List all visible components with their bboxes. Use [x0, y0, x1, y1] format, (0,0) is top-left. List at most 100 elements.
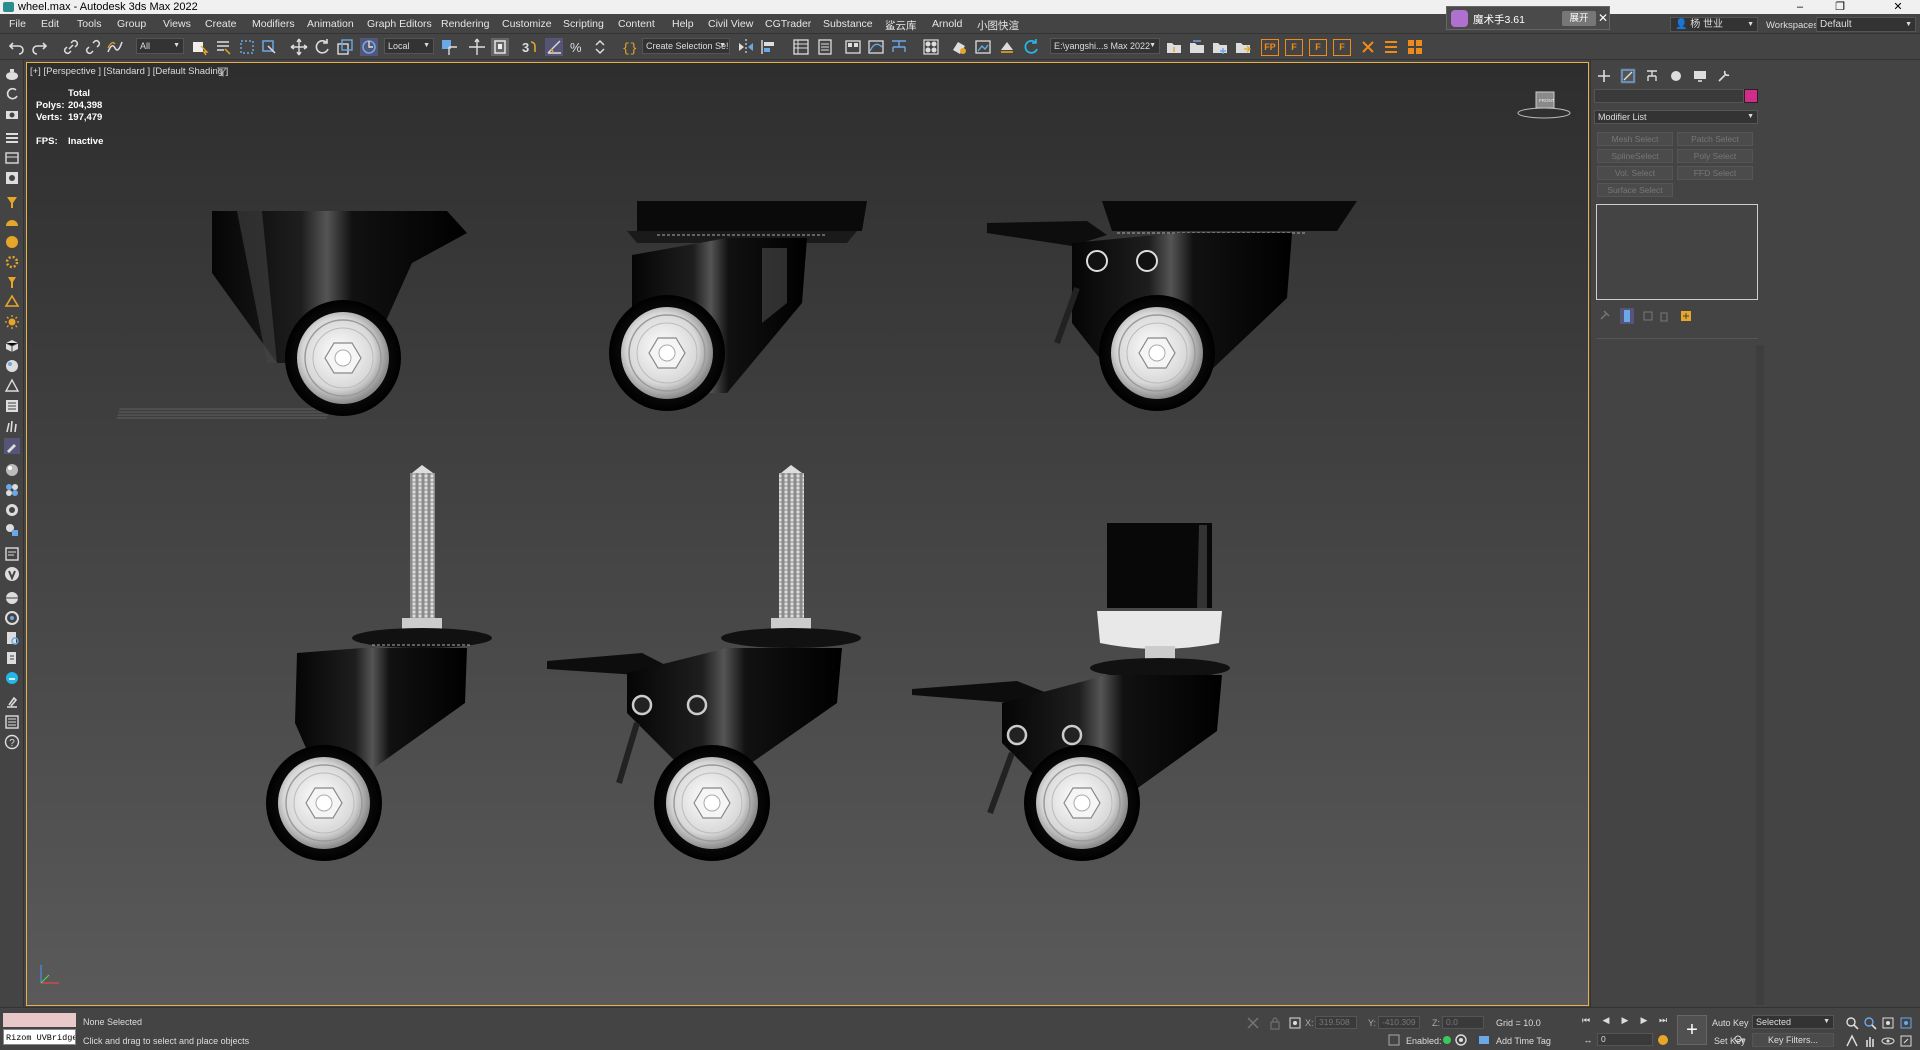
surface-select-button[interactable]: Surface Select — [1597, 183, 1673, 197]
texture-icon[interactable] — [4, 522, 20, 538]
undo-icon[interactable] — [8, 38, 26, 56]
menu-cgtrader[interactable]: CGTrader — [765, 18, 811, 30]
mesh-select-button[interactable]: Mesh Select — [1597, 132, 1673, 146]
auto-key-button[interactable]: Auto Key — [1712, 1018, 1749, 1028]
vray-icon[interactable] — [4, 566, 20, 582]
dome-light-icon[interactable] — [4, 214, 20, 230]
key-filters-button[interactable]: Key Filters... — [1752, 1033, 1834, 1047]
curve-editor-icon[interactable] — [867, 38, 885, 56]
menu-graph-editors[interactable]: Graph Editors — [367, 18, 432, 30]
current-frame-field[interactable]: 0 — [1597, 1033, 1653, 1046]
menu-shark-library[interactable]: 鲨云库 — [885, 18, 917, 33]
select-object-icon[interactable] — [191, 38, 209, 56]
render-setup-icon[interactable] — [950, 38, 968, 56]
save-project-icon[interactable] — [1211, 38, 1229, 56]
menu-tools[interactable]: Tools — [77, 18, 102, 30]
grass-icon[interactable] — [4, 418, 20, 434]
activeshade-icon[interactable] — [1022, 38, 1040, 56]
display-tab-icon[interactable] — [1692, 68, 1708, 84]
menu-animation[interactable]: Animation — [307, 18, 354, 30]
script-icon[interactable] — [4, 546, 20, 562]
film-icon[interactable] — [4, 150, 20, 166]
field-of-view-icon[interactable] — [1845, 1034, 1859, 1048]
utilities-tab-icon[interactable] — [1716, 68, 1732, 84]
menu-civil-view[interactable]: Civil View — [708, 18, 753, 30]
make-unique-icon[interactable] — [1642, 310, 1654, 322]
next-frame-icon[interactable]: ▶ — [1638, 1014, 1650, 1026]
project-folder-dropdown[interactable]: E:\yangshi...s Max 2022 ▼ — [1050, 38, 1160, 54]
modifier-stack[interactable] — [1596, 204, 1758, 300]
export-project-icon[interactable] — [1234, 38, 1252, 56]
unlink-icon[interactable] — [84, 38, 102, 56]
configure-modifier-sets-icon[interactable] — [1680, 310, 1692, 322]
render-scene-icon[interactable] — [4, 170, 20, 186]
sun-icon[interactable] — [4, 314, 20, 330]
material-sphere-icon[interactable] — [4, 462, 20, 478]
grid-tiles-icon[interactable] — [1406, 38, 1424, 56]
spinner-snap-icon[interactable] — [591, 38, 609, 56]
go-to-end-icon[interactable]: ⏭ — [1657, 1014, 1669, 1026]
command-panel-scrollbar[interactable] — [1756, 345, 1764, 1005]
close-button[interactable]: ✕ — [1878, 0, 1918, 14]
previous-frame-icon[interactable]: ◀ — [1600, 1014, 1612, 1026]
pivot-center-icon[interactable] — [440, 38, 458, 56]
key-icon[interactable] — [1734, 1033, 1746, 1045]
menu-create[interactable]: Create — [205, 18, 237, 30]
menu-arnold[interactable]: Arnold — [932, 18, 962, 30]
set-key-mode-button[interactable]: + — [1677, 1015, 1707, 1045]
layer-explorer-icon[interactable] — [816, 38, 834, 56]
menu-views[interactable]: Views — [163, 18, 191, 30]
pan-view-icon[interactable] — [1863, 1034, 1877, 1048]
teapot-icon[interactable] — [4, 66, 20, 82]
globe-icon[interactable] — [4, 590, 20, 606]
orbit-icon[interactable] — [1881, 1034, 1895, 1048]
mirror-icon[interactable] — [737, 38, 755, 56]
menu-content[interactable]: Content — [618, 18, 655, 30]
minimize-button[interactable]: – — [1780, 0, 1820, 14]
layers-icon[interactable] — [4, 130, 20, 146]
time-tag-icon[interactable] — [1478, 1034, 1490, 1046]
maximize-viewport-icon[interactable] — [1899, 1034, 1913, 1048]
create-tab-icon[interactable] — [1596, 68, 1612, 84]
fp-button-2[interactable]: F — [1285, 39, 1303, 56]
fp-button-4[interactable]: F — [1333, 39, 1351, 56]
angle-snap-icon[interactable] — [545, 38, 563, 56]
menu-modifiers[interactable]: Modifiers — [252, 18, 295, 30]
rectangular-selection-icon[interactable] — [238, 38, 256, 56]
rotate-icon[interactable] — [313, 38, 331, 56]
bake-icon[interactable] — [4, 502, 20, 518]
absolute-mode-icon[interactable] — [1288, 1016, 1302, 1030]
menu-quick-render[interactable]: 小图快渲 — [977, 18, 1019, 33]
material-editor-icon[interactable] — [922, 38, 940, 56]
isolate-selection-icon[interactable] — [1246, 1016, 1260, 1030]
menu-scripting[interactable]: Scripting — [563, 18, 604, 30]
link-icon[interactable] — [62, 38, 80, 56]
add-time-tag-label[interactable]: Add Time Tag — [1496, 1036, 1551, 1046]
scale-icon[interactable] — [336, 38, 354, 56]
fill-tool-icon[interactable] — [4, 694, 20, 710]
selection-lock-icon[interactable] — [1268, 1016, 1282, 1030]
perspective-viewport[interactable]: [+] [Perspective ] [Standard ] [Default … — [26, 62, 1589, 1006]
menu-file[interactable]: File — [9, 18, 26, 30]
rendered-frame-window-icon[interactable] — [974, 38, 992, 56]
hierarchy-tab-icon[interactable] — [1644, 68, 1660, 84]
sphere-icon[interactable] — [4, 358, 20, 374]
time-slider-arrows-icon[interactable]: ↔ — [1582, 1034, 1594, 1046]
cloud-icon[interactable] — [4, 670, 20, 686]
plugin-expand-button[interactable]: 展开 — [1562, 11, 1596, 26]
modifier-list-dropdown[interactable]: Modifier List ▼ — [1594, 110, 1758, 124]
list-panel-icon[interactable] — [4, 714, 20, 730]
paint-icon[interactable] — [4, 438, 20, 454]
reference-coordinate-dropdown[interactable]: Local ▼ — [384, 38, 434, 54]
refresh-icon[interactable] — [4, 86, 20, 102]
area-light-icon[interactable] — [4, 294, 20, 310]
go-to-start-icon[interactable]: ⏮ — [1580, 1014, 1592, 1026]
patch-select-button[interactable]: Patch Select — [1677, 132, 1753, 146]
user-account-dropdown[interactable]: 👤 杨 世业 ▼ — [1670, 17, 1758, 32]
scene-explorer-icon[interactable] — [792, 38, 810, 56]
pin-stack-icon[interactable] — [1598, 310, 1610, 322]
select-by-name-icon[interactable] — [214, 38, 232, 56]
show-end-result-icon[interactable] — [1620, 308, 1634, 324]
bind-spacewarp-icon[interactable] — [106, 38, 124, 56]
zoom-all-icon[interactable] — [1863, 1016, 1877, 1030]
